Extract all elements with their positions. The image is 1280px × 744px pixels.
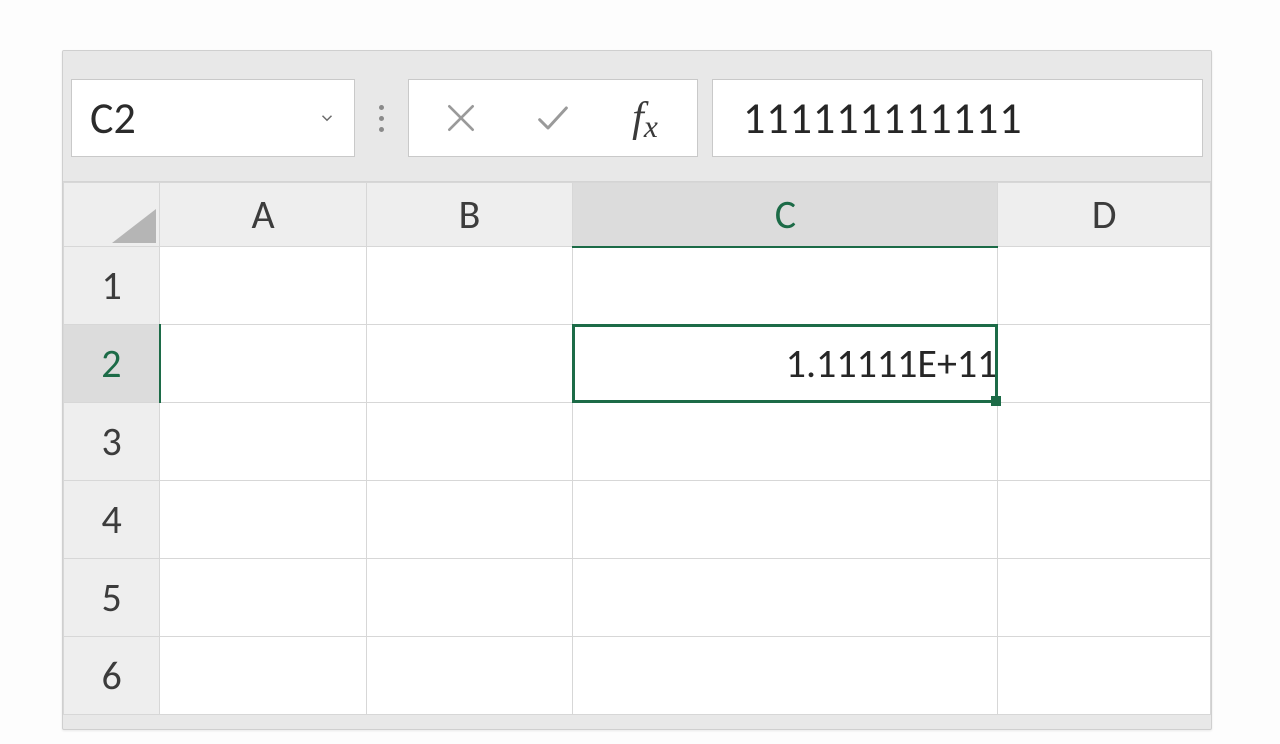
row-5: 5 [64,559,1211,637]
row-header-4[interactable]: 4 [64,481,160,559]
formula-bar-buttons: fx [408,79,698,157]
cell-B4[interactable] [366,481,573,559]
column-header-A[interactable]: A [160,183,367,247]
cell-C3[interactable] [573,403,998,481]
row-2: 2 1.11111E+11 [64,325,1211,403]
row-1: 1 [64,247,1211,325]
column-header-row: A B C D [64,183,1211,247]
cell-D1[interactable] [998,247,1211,325]
row-header-2[interactable]: 2 [64,325,160,403]
cell-C2-value: 1.11111E+11 [786,339,998,388]
name-box-value: C2 [90,91,136,145]
cell-B6[interactable] [366,637,573,715]
row-header-6[interactable]: 6 [64,637,160,715]
formula-input-value: 111111111111 [743,91,1023,145]
row-header-3[interactable]: 3 [64,403,160,481]
cell-B5[interactable] [366,559,573,637]
row-4: 4 [64,481,1211,559]
fill-handle[interactable] [991,396,1001,406]
spreadsheet-grid[interactable]: A B C D 1 2 1.11111E+11 [63,182,1211,715]
cell-C2[interactable]: 1.11111E+11 [573,325,998,403]
cell-A1[interactable] [160,247,367,325]
cell-C6[interactable] [573,637,998,715]
formula-bar-drag-handle-icon[interactable] [369,105,394,132]
select-all-corner[interactable] [64,183,160,247]
cancel-button[interactable] [415,80,507,156]
cell-D6[interactable] [998,637,1211,715]
cell-A4[interactable] [160,481,367,559]
cell-D5[interactable] [998,559,1211,637]
name-box[interactable]: C2 [71,79,355,157]
row-6: 6 [64,637,1211,715]
insert-function-button[interactable]: fx [599,80,691,156]
cell-B1[interactable] [366,247,573,325]
column-header-D[interactable]: D [998,183,1211,247]
cell-D3[interactable] [998,403,1211,481]
cell-C4[interactable] [573,481,998,559]
spreadsheet-window: C2 fx [62,50,1212,730]
formula-input[interactable]: 111111111111 [712,79,1203,157]
cell-A6[interactable] [160,637,367,715]
cell-A5[interactable] [160,559,367,637]
cell-A3[interactable] [160,403,367,481]
column-header-C[interactable]: C [573,183,998,247]
cell-B2[interactable] [366,325,573,403]
row-header-5[interactable]: 5 [64,559,160,637]
grid-area: A B C D 1 2 1.11111E+11 [63,181,1211,715]
column-header-B[interactable]: B [366,183,573,247]
cell-C5[interactable] [573,559,998,637]
row-3: 3 [64,403,1211,481]
enter-button[interactable] [507,80,599,156]
fx-icon: fx [632,94,658,142]
formula-bar: C2 fx [63,51,1211,181]
cell-D2[interactable] [998,325,1211,403]
cell-A2[interactable] [160,325,367,403]
cell-C1[interactable] [573,247,998,325]
name-box-dropdown-icon[interactable] [318,109,336,127]
cell-B3[interactable] [366,403,573,481]
cell-D4[interactable] [998,481,1211,559]
row-header-1[interactable]: 1 [64,247,160,325]
